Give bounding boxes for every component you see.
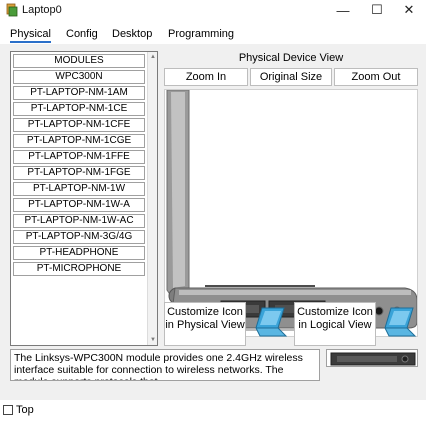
- tab-bar: Physical Config Desktop Programming: [0, 24, 426, 46]
- module-item-1fge[interactable]: PT-LAPTOP-NM-1FGE: [13, 166, 145, 180]
- customize-physical-view-button[interactable]: Customize Icon in Physical View: [164, 302, 246, 346]
- module-item-1cfe[interactable]: PT-LAPTOP-NM-1CFE: [13, 118, 145, 132]
- top-label: Top: [16, 404, 34, 416]
- module-item-microphone[interactable]: PT-MICROPHONE: [13, 262, 145, 276]
- laptop-icon: [255, 307, 288, 337]
- module-item-1cge[interactable]: PT-LAPTOP-NM-1CGE: [13, 134, 145, 148]
- zoom-out-button[interactable]: Zoom Out: [334, 68, 418, 86]
- module-item-1w[interactable]: PT-LAPTOP-NM-1W: [13, 182, 145, 196]
- zoom-in-button[interactable]: Zoom In: [164, 68, 248, 86]
- module-item-1w-ac[interactable]: PT-LAPTOP-NM-1W-AC: [13, 214, 145, 228]
- laptop-side-view: [166, 90, 417, 331]
- title-bar: Laptop0 — ☐ ✕: [0, 0, 426, 22]
- module-list-scrollbar[interactable]: ▲ ▼: [147, 52, 157, 345]
- window-title: Laptop0: [22, 4, 62, 16]
- description-scrollbar[interactable]: [319, 352, 320, 378]
- wireless-module-icon: [330, 352, 416, 366]
- module-item-wpc300n[interactable]: WPC300N: [13, 70, 145, 84]
- top-checkbox[interactable]: [3, 405, 13, 415]
- module-list: MODULES WPC300N PT-LAPTOP-NM-1AM PT-LAPT…: [10, 51, 158, 346]
- tab-desktop[interactable]: Desktop: [112, 28, 152, 40]
- module-item-1ce[interactable]: PT-LAPTOP-NM-1CE: [13, 102, 145, 116]
- bottom-bar: Top: [0, 400, 426, 426]
- module-item-1ffe[interactable]: PT-LAPTOP-NM-1FFE: [13, 150, 145, 164]
- module-item-3g-4g[interactable]: PT-LAPTOP-NM-3G/4G: [13, 230, 145, 244]
- app-icon: [6, 3, 18, 17]
- scroll-down-arrow-icon[interactable]: ▼: [149, 336, 157, 344]
- module-item-headphone[interactable]: PT-HEADPHONE: [13, 246, 145, 260]
- customize-logical-view-button[interactable]: Customize Icon in Logical View: [294, 302, 376, 346]
- tab-config[interactable]: Config: [66, 28, 98, 40]
- tab-programming[interactable]: Programming: [168, 28, 234, 40]
- module-description: The Linksys-WPC300N module provides one …: [10, 349, 320, 381]
- module-description-text: The Linksys-WPC300N module provides one …: [14, 352, 303, 380]
- original-size-button[interactable]: Original Size: [250, 68, 332, 86]
- module-item-1am[interactable]: PT-LAPTOP-NM-1AM: [13, 86, 145, 100]
- maximize-button[interactable]: ☐: [360, 0, 394, 20]
- device-canvas[interactable]: [164, 89, 418, 337]
- close-button[interactable]: ✕: [392, 0, 426, 20]
- module-item-1w-a[interactable]: PT-LAPTOP-NM-1W-A: [13, 198, 145, 212]
- device-view-title: Physical Device View: [238, 52, 344, 64]
- tab-physical[interactable]: Physical: [10, 28, 51, 43]
- module-preview-image: [326, 349, 418, 367]
- scroll-up-arrow-icon[interactable]: ▲: [149, 53, 157, 61]
- minimize-button[interactable]: —: [326, 0, 360, 20]
- physical-panel: MODULES WPC300N PT-LAPTOP-NM-1AM PT-LAPT…: [0, 44, 426, 400]
- laptop-icon: [384, 307, 417, 337]
- module-list-header: MODULES: [13, 54, 145, 68]
